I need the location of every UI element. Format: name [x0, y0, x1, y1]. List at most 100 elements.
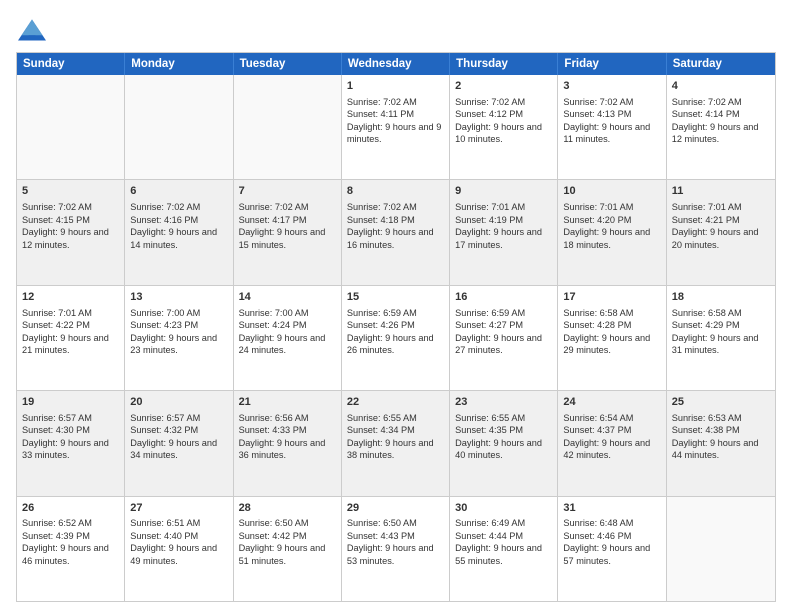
- day-info: Sunrise: 6:53 AMSunset: 4:38 PMDaylight:…: [672, 413, 759, 460]
- weekday-header: Thursday: [450, 53, 558, 75]
- day-info: Sunrise: 6:49 AMSunset: 4:44 PMDaylight:…: [455, 518, 542, 565]
- day-info: Sunrise: 6:59 AMSunset: 4:27 PMDaylight:…: [455, 308, 542, 355]
- calendar-cell: 30 Sunrise: 6:49 AMSunset: 4:44 PMDayligh…: [450, 497, 558, 601]
- calendar-cell: 15Sunrise: 6:59 AMSunset: 4:26 PMDayligh…: [342, 286, 450, 390]
- logo-icon: [16, 16, 48, 44]
- day-info: Sunrise: 7:02 AMSunset: 4:15 PMDaylight:…: [22, 202, 109, 249]
- day-number: 14: [239, 290, 336, 305]
- calendar-cell: 20 Sunrise: 6:57 AMSunset: 4:32 PMDayligh…: [125, 391, 233, 495]
- day-info: Sunrise: 6:59 AMSunset: 4:26 PMDaylight:…: [347, 308, 434, 355]
- calendar-cell: 1 Sunrise: 7:02 AMSunset: 4:11 PMDaylight…: [342, 75, 450, 179]
- calendar-row: 26 Sunrise: 6:52 AMSunset: 4:39 PMDayligh…: [17, 496, 775, 601]
- day-number: 19: [22, 395, 119, 410]
- weekday-header: Wednesday: [342, 53, 450, 75]
- day-number: 8: [347, 184, 444, 199]
- day-info: Sunrise: 6:58 AMSunset: 4:29 PMDaylight:…: [672, 308, 759, 355]
- calendar-cell: 12 Sunrise: 7:01 AMSunset: 4:22 PMDayligh…: [17, 286, 125, 390]
- day-info: Sunrise: 7:02 AMSunset: 4:13 PMDaylight:…: [563, 97, 650, 144]
- calendar-row: 19Sunrise: 6:57 AMSunset: 4:30 PMDayligh…: [17, 390, 775, 495]
- day-info: Sunrise: 6:55 AMSunset: 4:35 PMDaylight:…: [455, 413, 542, 460]
- day-number: 1: [347, 79, 444, 94]
- calendar-cell: 29 Sunrise: 6:50 AMSunset: 4:43 PMDayligh…: [342, 497, 450, 601]
- calendar-cell: 8Sunrise: 7:02 AMSunset: 4:18 PMDaylight…: [342, 180, 450, 284]
- day-info: Sunrise: 6:57 AMSunset: 4:32 PMDaylight:…: [130, 413, 217, 460]
- day-number: 27: [130, 501, 227, 516]
- day-info: Sunrise: 6:50 AMSunset: 4:43 PMDaylight:…: [347, 518, 434, 565]
- calendar-cell: 28 Sunrise: 6:50 AMSunset: 4:42 PMDayligh…: [234, 497, 342, 601]
- calendar-cell: 22 Sunrise: 6:55 AMSunset: 4:34 PMDayligh…: [342, 391, 450, 495]
- calendar-cell: 31Sunrise: 6:48 AMSunset: 4:46 PMDayligh…: [558, 497, 666, 601]
- day-number: 2: [455, 79, 552, 94]
- day-info: Sunrise: 6:56 AMSunset: 4:33 PMDaylight:…: [239, 413, 326, 460]
- day-info: Sunrise: 7:02 AMSunset: 4:16 PMDaylight:…: [130, 202, 217, 249]
- day-info: Sunrise: 7:02 AMSunset: 4:17 PMDaylight:…: [239, 202, 326, 249]
- calendar-cell: 18Sunrise: 6:58 AMSunset: 4:29 PMDayligh…: [667, 286, 775, 390]
- day-number: 23: [455, 395, 552, 410]
- calendar-row: 1 Sunrise: 7:02 AMSunset: 4:11 PMDaylight…: [17, 75, 775, 179]
- page: SundayMondayTuesdayWednesdayThursdayFrid…: [0, 0, 792, 612]
- calendar-cell: 11 Sunrise: 7:01 AMSunset: 4:21 PMDayligh…: [667, 180, 775, 284]
- day-number: 10: [563, 184, 660, 199]
- day-number: 16: [455, 290, 552, 305]
- day-number: 25: [672, 395, 770, 410]
- day-number: 22: [347, 395, 444, 410]
- day-info: Sunrise: 7:01 AMSunset: 4:22 PMDaylight:…: [22, 308, 109, 355]
- day-info: Sunrise: 6:51 AMSunset: 4:40 PMDaylight:…: [130, 518, 217, 565]
- calendar-cell: 21 Sunrise: 6:56 AMSunset: 4:33 PMDayligh…: [234, 391, 342, 495]
- weekday-header: Saturday: [667, 53, 775, 75]
- calendar-cell: 9 Sunrise: 7:01 AMSunset: 4:19 PMDaylight…: [450, 180, 558, 284]
- day-info: Sunrise: 6:58 AMSunset: 4:28 PMDaylight:…: [563, 308, 650, 355]
- day-info: Sunrise: 7:02 AMSunset: 4:11 PMDaylight:…: [347, 97, 442, 144]
- day-info: Sunrise: 6:54 AMSunset: 4:37 PMDaylight:…: [563, 413, 650, 460]
- calendar-cell: 6Sunrise: 7:02 AMSunset: 4:16 PMDaylight…: [125, 180, 233, 284]
- calendar-cell: 25 Sunrise: 6:53 AMSunset: 4:38 PMDayligh…: [667, 391, 775, 495]
- day-info: Sunrise: 6:48 AMSunset: 4:46 PMDaylight:…: [563, 518, 650, 565]
- weekday-header: Tuesday: [234, 53, 342, 75]
- day-number: 24: [563, 395, 660, 410]
- day-info: Sunrise: 7:01 AMSunset: 4:19 PMDaylight:…: [455, 202, 542, 249]
- weekday-header: Sunday: [17, 53, 125, 75]
- day-number: 17: [563, 290, 660, 305]
- calendar: SundayMondayTuesdayWednesdayThursdayFrid…: [16, 52, 776, 602]
- day-number: 12: [22, 290, 119, 305]
- calendar-cell: 24 Sunrise: 6:54 AMSunset: 4:37 PMDayligh…: [558, 391, 666, 495]
- calendar-cell: 3 Sunrise: 7:02 AMSunset: 4:13 PMDaylight…: [558, 75, 666, 179]
- day-number: 3: [563, 79, 660, 94]
- calendar-cell: 14 Sunrise: 7:00 AMSunset: 4:24 PMDayligh…: [234, 286, 342, 390]
- calendar-cell: 2Sunrise: 7:02 AMSunset: 4:12 PMDaylight…: [450, 75, 558, 179]
- day-number: 20: [130, 395, 227, 410]
- day-number: 7: [239, 184, 336, 199]
- calendar-cell: [234, 75, 342, 179]
- weekday-header: Friday: [558, 53, 666, 75]
- day-info: Sunrise: 6:52 AMSunset: 4:39 PMDaylight:…: [22, 518, 109, 565]
- day-info: Sunrise: 6:50 AMSunset: 4:42 PMDaylight:…: [239, 518, 326, 565]
- calendar-cell: 4Sunrise: 7:02 AMSunset: 4:14 PMDaylight…: [667, 75, 775, 179]
- day-number: 30: [455, 501, 552, 516]
- calendar-cell: 16 Sunrise: 6:59 AMSunset: 4:27 PMDayligh…: [450, 286, 558, 390]
- day-number: 13: [130, 290, 227, 305]
- calendar-cell: 19Sunrise: 6:57 AMSunset: 4:30 PMDayligh…: [17, 391, 125, 495]
- calendar-cell: 23 Sunrise: 6:55 AMSunset: 4:35 PMDayligh…: [450, 391, 558, 495]
- day-info: Sunrise: 7:01 AMSunset: 4:20 PMDaylight:…: [563, 202, 650, 249]
- calendar-cell: [667, 497, 775, 601]
- day-number: 11: [672, 184, 770, 199]
- calendar-row: 12 Sunrise: 7:01 AMSunset: 4:22 PMDayligh…: [17, 285, 775, 390]
- day-number: 29: [347, 501, 444, 516]
- day-number: 28: [239, 501, 336, 516]
- calendar-header: SundayMondayTuesdayWednesdayThursdayFrid…: [17, 53, 775, 75]
- day-number: 26: [22, 501, 119, 516]
- header: [16, 16, 776, 44]
- calendar-cell: [17, 75, 125, 179]
- day-info: Sunrise: 7:00 AMSunset: 4:23 PMDaylight:…: [130, 308, 217, 355]
- day-info: Sunrise: 7:01 AMSunset: 4:21 PMDaylight:…: [672, 202, 759, 249]
- calendar-cell: 10 Sunrise: 7:01 AMSunset: 4:20 PMDayligh…: [558, 180, 666, 284]
- day-info: Sunrise: 7:00 AMSunset: 4:24 PMDaylight:…: [239, 308, 326, 355]
- day-number: 9: [455, 184, 552, 199]
- day-number: 5: [22, 184, 119, 199]
- day-info: Sunrise: 6:55 AMSunset: 4:34 PMDaylight:…: [347, 413, 434, 460]
- day-number: 21: [239, 395, 336, 410]
- calendar-cell: 13 Sunrise: 7:00 AMSunset: 4:23 PMDayligh…: [125, 286, 233, 390]
- weekday-header: Monday: [125, 53, 233, 75]
- calendar-cell: 7 Sunrise: 7:02 AMSunset: 4:17 PMDaylight…: [234, 180, 342, 284]
- logo: [16, 16, 52, 44]
